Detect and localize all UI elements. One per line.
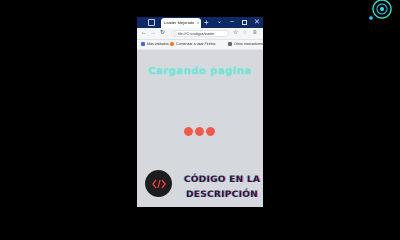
tab-bar: Loader Mejorado × + ⌄ – ✕ bbox=[137, 17, 263, 28]
minimize-button[interactable]: – bbox=[230, 17, 234, 27]
caption-line-2: DESCRIPCIÓN bbox=[185, 190, 259, 200]
account-icon[interactable]: ◌ bbox=[243, 28, 247, 39]
maximize-button[interactable] bbox=[242, 20, 247, 25]
folder-icon bbox=[228, 41, 232, 46]
address-text: file:///C:/codigos/loader bbox=[178, 32, 215, 36]
loader-dot bbox=[195, 127, 204, 136]
code-in-description-caption: CÓDIGO EN LA DESCRIPCIÓN bbox=[183, 173, 261, 203]
tab-list-icon[interactable]: ⌄ bbox=[217, 17, 222, 28]
bookmark-star-icon[interactable]: ☆ bbox=[233, 28, 238, 39]
brand-logo-icon bbox=[369, 0, 392, 20]
tab-title: Loader Mejorado bbox=[164, 20, 195, 25]
forward-icon[interactable]: → bbox=[150, 28, 156, 39]
bookmark-get-started[interactable]: Comenzar a usar Firefox bbox=[170, 40, 216, 49]
reload-icon[interactable]: ↻ bbox=[160, 28, 165, 39]
page-title: Cargando pagina bbox=[148, 66, 252, 77]
tab-close-icon[interactable]: × bbox=[197, 18, 199, 28]
code-icon bbox=[145, 170, 172, 197]
browser-window: Loader Mejorado × + ⌄ – ✕ ← → ↻ ⓘ file:/… bbox=[137, 17, 263, 207]
loader-dot bbox=[184, 127, 193, 136]
back-icon[interactable]: ← bbox=[141, 28, 147, 39]
tab-overview-icon[interactable] bbox=[148, 19, 155, 26]
page-info-icon[interactable]: ⓘ bbox=[173, 31, 177, 36]
caption-line-1: CÓDIGO EN LA bbox=[183, 175, 261, 185]
menu-icon[interactable]: ≡ bbox=[253, 28, 257, 39]
new-tab-button[interactable]: + bbox=[204, 17, 209, 28]
page-content: Cargando pagina CÓDIGO EN LA DESCRIPCIÓN bbox=[137, 50, 263, 207]
firefox-icon bbox=[170, 41, 174, 46]
address-bar[interactable]: ⓘ file:///C:/codigos/loader bbox=[171, 30, 229, 37]
nav-toolbar: ← → ↻ ⓘ file:///C:/codigos/loader ☆ ◌ ≡ bbox=[137, 28, 263, 40]
loader-dot bbox=[206, 127, 215, 136]
gear-icon bbox=[141, 41, 145, 46]
close-window-button[interactable]: ✕ bbox=[254, 17, 260, 28]
bookmark-most-visited[interactable]: Más visitados bbox=[141, 40, 169, 49]
tab-loader[interactable]: Loader Mejorado × bbox=[161, 18, 201, 28]
bookmark-other[interactable]: Otros marcadores bbox=[228, 40, 263, 49]
bookmarks-bar: Más visitados Comenzar a usar Firefox Ot… bbox=[137, 40, 263, 50]
